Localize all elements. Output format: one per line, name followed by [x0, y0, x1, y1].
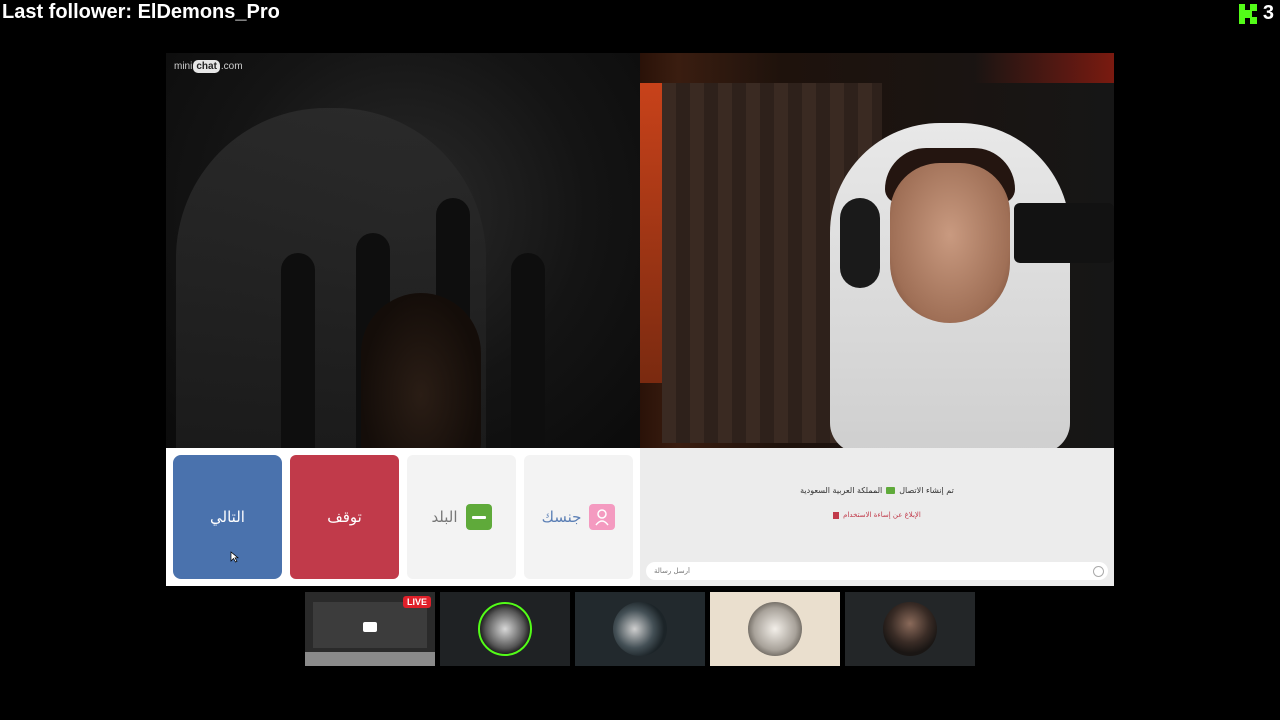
avatar — [748, 602, 802, 656]
headphones — [840, 198, 880, 288]
partner-video: mini chat .com — [166, 53, 640, 448]
report-abuse-link[interactable]: الإبلاغ عن إساءة الاستخدام — [640, 511, 1114, 519]
female-user-icon — [589, 504, 616, 530]
red-light — [974, 53, 1114, 83]
stop-label: توقف — [327, 508, 362, 526]
emoji-icon[interactable] — [1093, 566, 1104, 577]
kick-count: 3 — [1262, 2, 1274, 24]
control-panel: التالي توقف البلد جنسك — [166, 448, 640, 586]
window-bar — [281, 253, 315, 448]
partner-country: المملكة العربية السعودية — [800, 486, 883, 495]
report-flag-icon — [833, 511, 840, 519]
thumbnail-footer — [305, 652, 435, 666]
kick-logo-icon — [1238, 3, 1257, 24]
minichat-logo: mini chat .com — [174, 60, 243, 73]
stop-button[interactable]: توقف — [290, 455, 399, 579]
logo-suffix: .com — [220, 61, 243, 72]
thumbnail-user[interactable] — [845, 592, 975, 666]
saudi-flag-icon — [465, 504, 492, 530]
chat-panel: تم إنشاء الاتصال المملكة العربية السعودي… — [640, 448, 1114, 586]
next-label: التالي — [210, 508, 245, 526]
face — [890, 163, 1010, 323]
thumbnail-user[interactable] — [575, 592, 705, 666]
avatar — [613, 602, 667, 656]
connection-message: تم إنشاء الاتصال المملكة العربية السعودي… — [640, 486, 1114, 495]
stream-screen: Last follower: ElDemons_Pro 3 mini chat … — [0, 0, 1280, 720]
thumbnail-user[interactable] — [440, 592, 570, 666]
mouse-cursor-icon — [230, 551, 239, 563]
monitor-icon — [363, 622, 377, 632]
gender-button[interactable]: جنسك — [524, 455, 633, 579]
saudi-flag-icon — [886, 487, 896, 494]
self-video — [640, 53, 1114, 448]
report-text: الإبلاغ عن إساءة الاستخدام — [843, 511, 921, 519]
avatar — [883, 602, 937, 656]
country-label: البلد — [431, 508, 458, 526]
partner-silhouette — [361, 293, 481, 448]
live-badge: LIVE — [402, 596, 431, 608]
country-button[interactable]: البلد — [407, 455, 516, 579]
logo-prefix: mini — [174, 61, 193, 72]
window-bar — [511, 253, 545, 448]
microphone — [1014, 203, 1114, 263]
thumbnail-live[interactable]: LIVE — [305, 592, 435, 666]
message-input[interactable] — [646, 562, 1108, 580]
avatar — [478, 602, 532, 656]
red-light — [640, 83, 662, 383]
logo-chat: chat — [193, 60, 220, 73]
gender-label: جنسك — [541, 508, 582, 526]
streamer — [830, 123, 1070, 448]
minichat-window: mini chat .com التالي توقف البلد جنسك تم… — [166, 53, 1114, 586]
connection-text: تم إنشاء الاتصال — [899, 486, 954, 495]
last-follower-text: Last follower: ElDemons_Pro — [2, 1, 280, 23]
next-button[interactable]: التالي — [173, 455, 282, 579]
kick-follower-badge: 3 — [1238, 2, 1274, 25]
thumbnail-user[interactable] — [710, 592, 840, 666]
